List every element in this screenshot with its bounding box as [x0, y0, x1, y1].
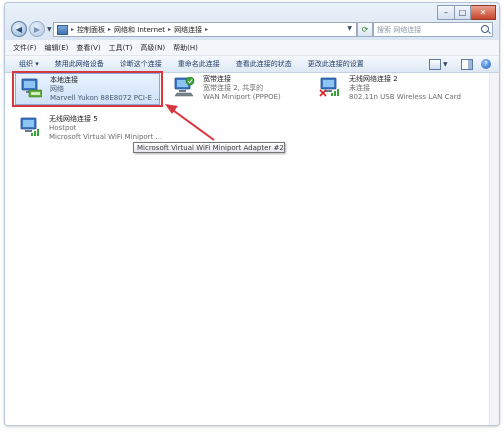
- connection-device: 802.11n USB Wireless LAN Card: [349, 93, 461, 101]
- menu-advanced[interactable]: 高级(N): [140, 43, 165, 53]
- connection-name: 无线网络连接 5: [49, 115, 98, 123]
- connection-local-area[interactable]: 本地连接 网络 Marvell Yukon 88E8072 PCI-E ...: [15, 73, 161, 105]
- diagnose-button[interactable]: 诊断这个连接: [120, 59, 162, 69]
- menu-view[interactable]: 查看(V): [76, 43, 100, 53]
- view-status-button[interactable]: 查看此连接的状态: [236, 59, 292, 69]
- network-adapter-icon: [174, 77, 195, 97]
- nav-buttons: ◀ ▶ ▼: [11, 21, 55, 37]
- connection-name: 宽带连接: [203, 75, 231, 83]
- connection-wireless-2[interactable]: 无线网络连接 2 未连接 802.11n USB Wireless LAN Ca…: [315, 73, 475, 103]
- close-button[interactable]: ✕: [471, 5, 496, 20]
- connection-device: WAN Miniport (PPPOE): [203, 93, 281, 101]
- menu-tools[interactable]: 工具(T): [109, 43, 133, 53]
- back-button[interactable]: ◀: [11, 21, 27, 37]
- breadcrumb-network-internet[interactable]: 网络和 Internet: [114, 25, 165, 35]
- connection-device: Microsoft Virtual WiFi Miniport ...: [49, 133, 163, 141]
- green-check-icon: [185, 77, 195, 86]
- organize-button[interactable]: 组织 ▾: [19, 59, 39, 69]
- breadcrumb-separator-icon[interactable]: ▸: [168, 26, 171, 33]
- help: ?: [481, 59, 491, 69]
- search-box[interactable]: 搜索 网络连接: [373, 22, 493, 37]
- help-icon[interactable]: ?: [481, 59, 491, 69]
- connection-text: 本地连接 网络 Marvell Yukon 88E8072 PCI-E ...: [50, 76, 161, 103]
- address-bar[interactable]: ▸ 控制面板 ▸ 网络和 Internet ▸ 网络连接 ▸ ▼: [53, 22, 357, 37]
- rename-button[interactable]: 重命名此连接: [178, 59, 220, 69]
- breadcrumb-network-connections[interactable]: 网络连接: [174, 25, 202, 35]
- connection-status: Hostpot: [49, 124, 77, 132]
- breadcrumb-separator-icon[interactable]: ▸: [205, 26, 208, 33]
- menu-edit[interactable]: 编辑(E): [45, 43, 69, 53]
- connection-text: 宽带连接 宽带连接 2, 共享的 WAN Miniport (PPPOE): [203, 75, 281, 102]
- maximize-button[interactable]: □: [455, 5, 471, 20]
- breadcrumb-control-panel[interactable]: 控制面板: [77, 25, 105, 35]
- breadcrumb-separator-icon[interactable]: ▸: [71, 26, 74, 33]
- connection-name: 无线网络连接 2: [349, 75, 398, 83]
- view-options: ▼: [429, 59, 448, 70]
- preview-pane: [461, 59, 473, 70]
- preview-pane-icon[interactable]: [461, 59, 473, 70]
- menu-help[interactable]: 帮助(H): [173, 43, 198, 53]
- explorer-window: – □ ✕ ◀ ▶ ▼ ▸ 控制面板 ▸ 网络和 Internet ▸ 网络连接…: [4, 2, 500, 426]
- connection-name: 本地连接: [50, 76, 78, 84]
- refresh-button[interactable]: ⟳: [357, 22, 373, 37]
- network-adapter-icon: [20, 117, 39, 136]
- address-dropdown-icon[interactable]: ▼: [347, 25, 352, 32]
- view-dropdown-icon[interactable]: ▼: [443, 61, 448, 68]
- history-dropdown-icon[interactable]: ▼: [47, 26, 52, 33]
- control-panel-icon: [57, 24, 68, 35]
- red-x-icon: [319, 89, 327, 97]
- menu-file[interactable]: 文件(F): [13, 43, 37, 53]
- change-settings-button[interactable]: 更改此连接的设置: [308, 59, 364, 69]
- scrollbar[interactable]: [489, 73, 499, 425]
- refresh-icon: ⟳: [361, 25, 369, 34]
- minimize-button[interactable]: –: [437, 5, 455, 20]
- change-view-icon[interactable]: [429, 59, 441, 70]
- connection-broadband[interactable]: 宽带连接 宽带连接 2, 共享的 WAN Miniport (PPPOE): [169, 73, 312, 103]
- connection-wireless-5[interactable]: 无线网络连接 5 Hostpot Microsoft Virtual WiFi …: [15, 113, 162, 143]
- menu-bar: 文件(F) 编辑(E) 查看(V) 工具(T) 高级(N) 帮助(H): [5, 40, 499, 56]
- disable-device-button[interactable]: 禁用此网络设备: [55, 59, 104, 69]
- connection-status: 未连接: [349, 84, 370, 92]
- tooltip: Microsoft Virtual WiFi Miniport Adapter …: [133, 142, 285, 153]
- breadcrumb-separator-icon[interactable]: ▸: [108, 26, 111, 33]
- connection-text: 无线网络连接 2 未连接 802.11n USB Wireless LAN Ca…: [349, 75, 461, 102]
- connection-text: 无线网络连接 5 Hostpot Microsoft Virtual WiFi …: [49, 115, 162, 142]
- connection-status: 宽带连接 2, 共享的: [203, 84, 264, 92]
- search-input[interactable]: 搜索 网络连接: [377, 25, 421, 35]
- connection-status: 网络: [50, 85, 64, 93]
- command-bar: 组织 ▾ 禁用此网络设备 诊断这个连接 重命名此连接 查看此连接的状态 更改此连…: [5, 56, 499, 73]
- forward-button[interactable]: ▶: [29, 21, 45, 37]
- connection-device: Marvell Yukon 88E8072 PCI-E ...: [50, 94, 161, 102]
- window-controls: – □ ✕: [437, 5, 496, 20]
- network-adapter-icon: [319, 77, 339, 97]
- network-adapter-icon: [21, 78, 42, 98]
- connections-list: 本地连接 网络 Marvell Yukon 88E8072 PCI-E ... …: [5, 73, 499, 425]
- search-icon[interactable]: [481, 25, 489, 33]
